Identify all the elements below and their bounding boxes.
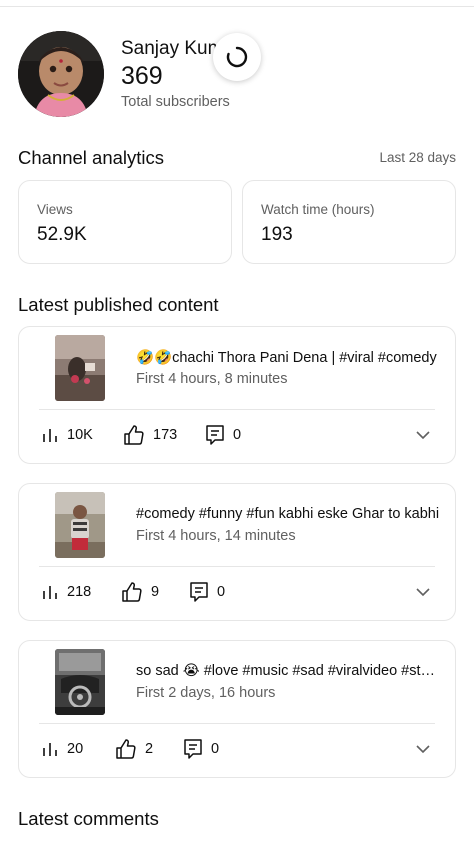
analytics-title: Channel analytics [18, 147, 165, 168]
video-title[interactable]: 🤣🤣chachi Thora Pani Dena | #viral #comed… [136, 349, 441, 366]
video-thumbnail[interactable] [55, 335, 105, 401]
spinner-icon [226, 46, 248, 68]
comment-icon [190, 582, 208, 602]
channel-avatar[interactable] [18, 31, 104, 117]
like-icon [116, 739, 136, 759]
chevron-down-icon[interactable] [415, 427, 431, 443]
comments-metric: 0 [189, 580, 225, 604]
watch-time-label: Watch time (hours) [261, 202, 375, 217]
video-thumbnail[interactable] [55, 649, 105, 715]
views-metric: 218 [41, 580, 91, 604]
like-icon [122, 582, 142, 602]
analytics-range[interactable]: Last 28 days [379, 150, 456, 165]
watch-time-card[interactable]: Watch time (hours) 193 [242, 180, 456, 264]
likes-metric: 2 [115, 737, 153, 761]
loading-spinner [213, 33, 261, 81]
comments-metric: 0 [205, 423, 241, 447]
views-icon [43, 743, 57, 756]
comment-icon [206, 425, 224, 445]
content-card[interactable]: #comedy #funny #fun kabhi eske Ghar to k… [18, 483, 456, 621]
chevron-down-icon[interactable] [415, 741, 431, 757]
comments-count: 0 [217, 584, 226, 600]
card-divider [39, 566, 435, 567]
card-divider [39, 409, 435, 410]
views-card[interactable]: Views 52.9K [18, 180, 232, 264]
views-icon [43, 429, 57, 442]
subscriber-label: Total subscribers [121, 94, 230, 110]
video-title[interactable]: #comedy #funny #fun kabhi eske Ghar to k… [136, 506, 441, 522]
channel-name: Sanjay Kum [121, 38, 221, 59]
video-title[interactable]: so sad 😭 #love #music #sad #viralvideo #… [136, 663, 441, 679]
comments-count: 0 [211, 741, 220, 757]
views-count: 20 [67, 741, 84, 757]
video-age: First 4 hours, 8 minutes [136, 371, 288, 387]
subscriber-count: 369 [121, 62, 163, 90]
likes-count: 173 [153, 427, 178, 443]
card-divider [39, 723, 435, 724]
content-card[interactable]: so sad 😭 #love #music #sad #viralvideo #… [18, 640, 456, 778]
likes-count: 9 [151, 584, 160, 600]
video-age: First 2 days, 16 hours [136, 685, 276, 701]
watch-time-value: 193 [261, 224, 293, 245]
views-metric: 20 [41, 737, 83, 761]
latest-content-title: Latest published content [18, 294, 219, 315]
top-divider [0, 6, 474, 7]
views-count: 218 [67, 584, 92, 600]
latest-comments-title: Latest comments [18, 808, 159, 829]
likes-count: 2 [145, 741, 154, 757]
views-label: Views [37, 202, 73, 217]
video-thumbnail[interactable] [55, 492, 105, 558]
chevron-down-icon[interactable] [415, 584, 431, 600]
comments-count: 0 [233, 427, 242, 443]
likes-metric: 9 [121, 580, 159, 604]
likes-metric: 173 [123, 423, 177, 447]
video-age: First 4 hours, 14 minutes [136, 528, 296, 544]
content-card[interactable]: 🤣🤣chachi Thora Pani Dena | #viral #comed… [18, 326, 456, 464]
comments-metric: 0 [183, 737, 219, 761]
like-icon [124, 425, 144, 445]
comment-icon [184, 739, 202, 759]
views-icon [43, 586, 57, 599]
views-metric: 10K [41, 423, 93, 447]
views-value: 52.9K [37, 224, 87, 245]
views-count: 10K [67, 427, 93, 443]
